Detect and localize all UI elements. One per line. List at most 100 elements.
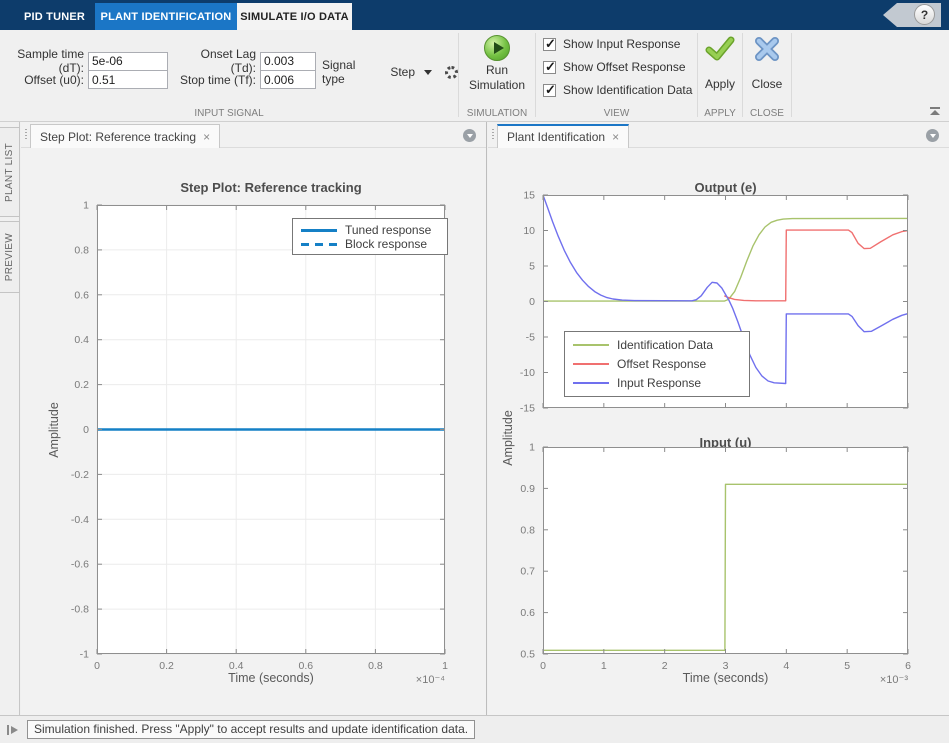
grip-icon	[492, 129, 494, 141]
svg-text:0.2: 0.2	[74, 379, 89, 391]
section-apply: Apply APPLY	[698, 30, 742, 121]
chevron-down-icon[interactable]	[424, 69, 432, 75]
plant-identification-figure: Output (e) -15 -10 -5 0 5 10 15 Identification…	[488, 148, 949, 715]
shared-ylabel: Amplitude	[501, 410, 515, 466]
tab-plant-identification[interactable]: PLANT IDENTIFICATION	[95, 3, 237, 30]
help-icon[interactable]: ?	[914, 4, 935, 25]
rail-tab-label: PREVIEW	[4, 232, 15, 282]
run-label-line1: Run	[485, 63, 508, 77]
close-button[interactable]: Close	[743, 30, 791, 102]
plant-identification-panel: Plant Identification × Output (e) -15 -10…	[488, 122, 949, 715]
svg-text:0.6: 0.6	[74, 289, 89, 301]
checkbox-icon[interactable]	[543, 82, 556, 98]
svg-text:5: 5	[529, 261, 535, 273]
step-plot-x-multiplier: ×10⁻⁴	[415, 674, 445, 686]
checkbox-label: Show Input Response	[563, 37, 681, 51]
run-label-line2: Simulation	[468, 78, 526, 92]
rail-tab-plant-list[interactable]: PLANT LIST	[0, 127, 20, 217]
svg-text:-1: -1	[80, 649, 89, 661]
pid-tuner-app: PID TUNER PLANT IDENTIFICATION SIMULATE …	[0, 0, 949, 743]
step-plot-legend: Tuned response Block response	[292, 218, 448, 255]
svg-text:-0.2: -0.2	[71, 469, 89, 481]
close-x-icon	[755, 37, 779, 61]
rail-tab-label: PLANT LIST	[4, 142, 15, 202]
stop-time-label: Stop time (Tf):	[179, 72, 256, 87]
onset-lag-input[interactable]	[260, 51, 316, 71]
section-label-close: CLOSE	[750, 108, 784, 119]
sample-time-input[interactable]	[88, 51, 168, 71]
step-plot-axes: 0 0.2 0.4 0.6 0.8 1-1-0.8-0.6-0.4-0.200.20.40…	[71, 200, 448, 673]
apply-check-icon	[705, 36, 735, 61]
input-plot-axes: 0 1 2 3 4 5 60.50.60.70.80.91	[520, 442, 911, 673]
toolstrip: Sample time (dT): Onset Lag (Td): Offset…	[0, 30, 949, 122]
run-simulation-button[interactable]: Run Simulation	[459, 30, 535, 102]
expand-panel-icon[interactable]	[7, 725, 18, 735]
section-label-input-signal: INPUT SIGNAL	[194, 108, 264, 119]
offset-label: Offset (u0):	[24, 72, 84, 87]
close-tab-icon[interactable]: ×	[203, 131, 210, 143]
apply-label: Apply	[704, 77, 736, 91]
svg-text:0.8: 0.8	[520, 524, 535, 536]
svg-text:-0.6: -0.6	[71, 559, 89, 571]
svg-text:-10: -10	[520, 367, 535, 379]
output-plot-legend: Identification Data Offset Response Input …	[564, 331, 750, 397]
output-plot-title: Output (e)	[694, 180, 757, 195]
right-doc-tabbar: Plant Identification ×	[488, 122, 949, 148]
svg-text:10: 10	[523, 225, 535, 237]
svg-text:1: 1	[529, 442, 535, 454]
signal-config-gear-icon[interactable]	[445, 65, 458, 79]
signal-type-value[interactable]: Step	[390, 65, 415, 79]
svg-text:-0.4: -0.4	[71, 514, 89, 526]
checkbox-label: Show Identification Data	[563, 83, 693, 97]
tab-pid-tuner[interactable]: PID TUNER	[14, 3, 95, 30]
section-label-view: VIEW	[603, 108, 630, 119]
toolbar-separator	[791, 33, 792, 117]
offset-input[interactable]	[88, 70, 168, 89]
svg-text:-15: -15	[520, 403, 535, 415]
svg-text:0.9: 0.9	[520, 483, 535, 495]
svg-text:0.6: 0.6	[520, 607, 535, 619]
svg-text:0.8: 0.8	[74, 244, 89, 256]
checkbox-show-identification-data[interactable]: Show Identification Data	[543, 82, 693, 98]
stop-time-input[interactable]	[260, 70, 316, 89]
section-simulation: Run Simulation SIMULATION	[459, 30, 535, 121]
close-tab-icon[interactable]: ×	[612, 131, 619, 143]
svg-text:0: 0	[83, 424, 89, 436]
checkbox-label: Show Offset Response	[563, 60, 686, 74]
doc-actions-icon[interactable]	[463, 129, 476, 142]
section-label-simulation: SIMULATION	[466, 108, 528, 119]
svg-text:1: 1	[83, 200, 89, 212]
toolstrip-tab-bar: PID TUNER PLANT IDENTIFICATION SIMULATE …	[0, 0, 949, 30]
checkbox-icon[interactable]	[543, 36, 556, 52]
checkbox-show-offset-response[interactable]: Show Offset Response	[543, 59, 686, 75]
step-plot-figure: Step Plot: Reference tracking 0 0.2 0.4 0.6…	[21, 148, 486, 715]
doc-tab-step-plot[interactable]: Step Plot: Reference tracking ×	[30, 124, 221, 148]
doc-tab-title: Step Plot: Reference tracking	[40, 129, 197, 144]
svg-text:-5: -5	[526, 332, 535, 344]
left-rail: PLANT LIST PREVIEW	[0, 122, 20, 715]
step-plot-panel: Step Plot: Reference tracking × Step Plo…	[21, 122, 487, 715]
grip-icon	[25, 129, 27, 141]
doc-tab-plant-identification[interactable]: Plant Identification ×	[497, 124, 630, 148]
section-input-signal: Sample time (dT): Onset Lag (Td): Offset…	[0, 30, 458, 121]
input-plot-x-multiplier: ×10⁻³	[879, 674, 908, 686]
collapse-ribbon-icon[interactable]	[930, 107, 940, 115]
svg-text:0.7: 0.7	[520, 566, 535, 578]
section-view: Show Input Response Show Offset Response…	[536, 30, 697, 121]
run-play-icon	[484, 35, 510, 61]
rail-tab-preview[interactable]: PREVIEW	[0, 221, 20, 293]
svg-text:15: 15	[523, 190, 535, 202]
svg-text:0: 0	[529, 296, 535, 308]
apply-button[interactable]: Apply	[698, 30, 742, 102]
checkbox-show-input-response[interactable]: Show Input Response	[543, 36, 681, 52]
section-label-apply: APPLY	[704, 108, 736, 119]
checkbox-icon[interactable]	[543, 59, 556, 75]
close-label: Close	[751, 77, 783, 91]
doc-tab-title: Plant Identification	[507, 130, 606, 144]
status-message: Simulation finished. Press "Apply" to ac…	[27, 720, 476, 739]
section-close: Close CLOSE	[743, 30, 791, 121]
tab-simulate-io-data[interactable]: SIMULATE I/O DATA	[237, 3, 352, 30]
step-plot-ylabel: Amplitude	[47, 402, 61, 458]
left-doc-tabbar: Step Plot: Reference tracking ×	[21, 122, 486, 148]
doc-actions-icon[interactable]	[926, 129, 939, 142]
